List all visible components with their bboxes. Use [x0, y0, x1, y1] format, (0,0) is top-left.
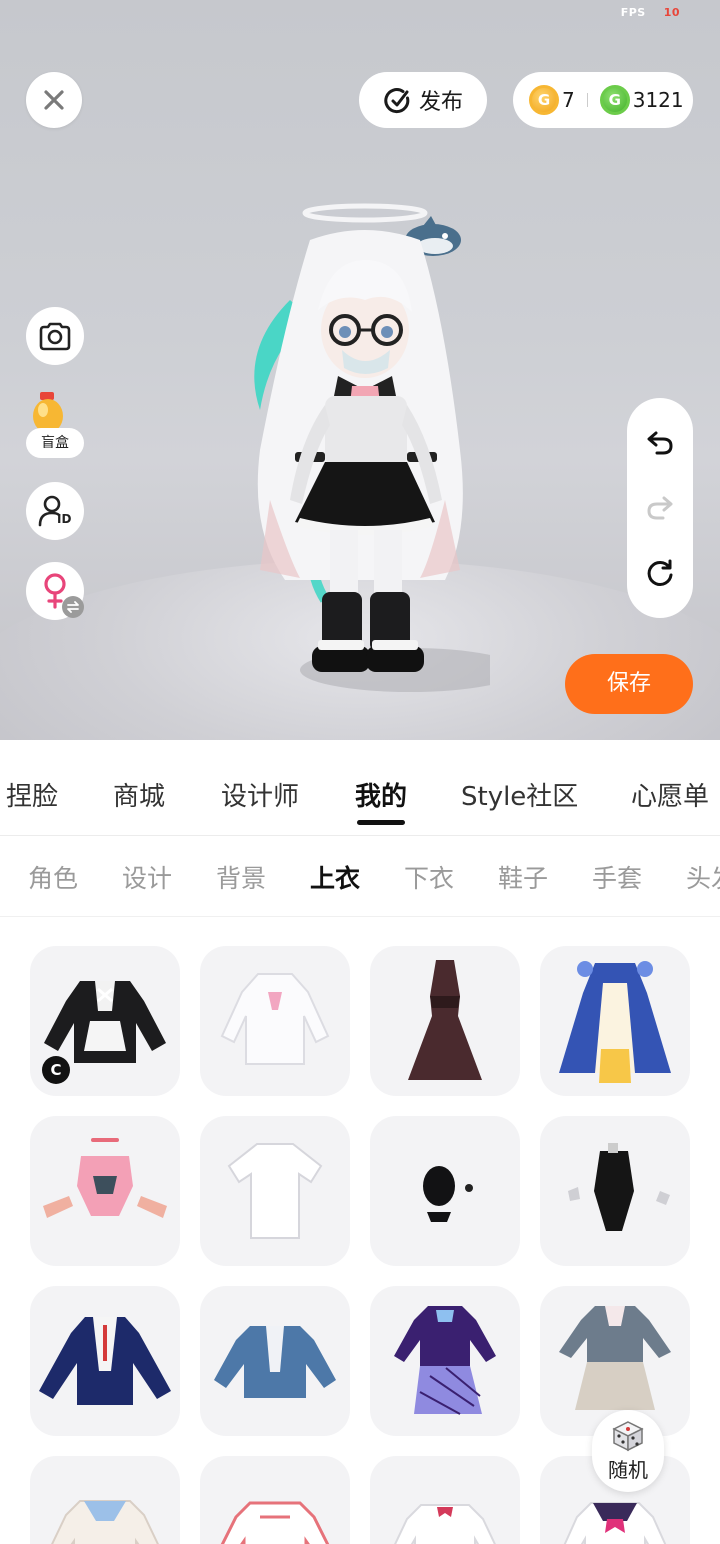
item-card[interactable]: C: [30, 946, 180, 1096]
item-card[interactable]: [30, 1456, 180, 1544]
grey-uniform-thumbnail: [559, 1306, 671, 1410]
item-card[interactable]: [370, 1116, 520, 1266]
brown-dress-thumbnail: [408, 960, 482, 1080]
fps-counter: FPS 10: [621, 6, 680, 19]
fps-value: 10: [663, 6, 680, 19]
active-tab-indicator: [357, 820, 405, 825]
reset-icon[interactable]: [645, 558, 675, 588]
pink-shirt-thumbnail: [220, 1501, 330, 1544]
close-icon: [44, 90, 64, 110]
item-card[interactable]: [540, 946, 690, 1096]
tab-face[interactable]: 捏脸: [6, 776, 58, 813]
category-hair[interactable]: 头发: [686, 859, 720, 895]
category-bottoms[interactable]: 下衣: [404, 859, 454, 895]
gold-coin-count: 7: [562, 88, 575, 112]
item-card[interactable]: [200, 1286, 350, 1436]
tab-shop[interactable]: 商城: [113, 776, 165, 813]
avatar-character[interactable]: [230, 200, 490, 710]
item-card[interactable]: [30, 1116, 180, 1266]
white-hoodie-thumbnail: [220, 973, 330, 1065]
history-toolbar: [627, 398, 693, 618]
purple-plaid-dress-thumbnail: [394, 1306, 496, 1415]
avatar-viewport[interactable]: FPS 10 发布 G 7 G 3121 盲盒 ID 保存: [0, 0, 720, 740]
tab-designer[interactable]: 设计师: [221, 776, 299, 813]
currency-divider: [586, 93, 588, 107]
creator-badge: C: [42, 1056, 70, 1084]
redo-icon[interactable]: [645, 493, 675, 521]
blue-gown-thumbnail: [559, 961, 671, 1083]
main-tab-bar: 捏脸 商城 设计师 我的 Style社区 心愿单: [0, 740, 720, 836]
gold-coin-symbol: G: [537, 91, 551, 109]
sailor-shirt-thumbnail: [51, 1500, 159, 1544]
gender-switch-button[interactable]: [26, 562, 84, 620]
category-background[interactable]: 背景: [216, 859, 266, 895]
item-card[interactable]: [370, 1456, 520, 1544]
random-button[interactable]: 随机: [592, 1410, 664, 1492]
publish-button[interactable]: 发布: [359, 72, 487, 128]
black-bodysuit-thumbnail: [568, 1143, 670, 1231]
item-card[interactable]: [30, 1286, 180, 1436]
publish-icon: [384, 88, 410, 114]
gold-coin-icon: G: [529, 85, 559, 115]
pink-crop-thumbnail: [43, 1138, 167, 1218]
item-card[interactable]: [540, 1116, 690, 1266]
fps-label: FPS: [620, 6, 646, 19]
navy-blazer-thumbnail: [39, 1317, 171, 1405]
item-card[interactable]: [200, 1456, 350, 1544]
category-tab-bar: 角色 设计 背景 上衣 下衣 鞋子 手套 头发: [0, 837, 720, 917]
tab-wishlist[interactable]: 心愿单: [631, 776, 709, 813]
green-coin-count: 3121: [632, 88, 684, 112]
dice-icon: [612, 1420, 644, 1451]
id-badge: ID: [57, 512, 72, 526]
denim-jacket-thumbnail: [214, 1326, 336, 1398]
category-tops[interactable]: 上衣: [310, 859, 360, 895]
category-shoes[interactable]: 鞋子: [498, 859, 548, 895]
blindbox-label[interactable]: 盲盒: [26, 428, 84, 458]
undo-icon[interactable]: [645, 428, 675, 456]
tab-style-community[interactable]: Style社区: [461, 776, 578, 813]
white-bow-shirt-thumbnail: [394, 1504, 496, 1544]
save-button[interactable]: 保存: [565, 654, 693, 714]
close-button[interactable]: [26, 72, 82, 128]
black-top-thumbnail: [423, 1166, 473, 1222]
publish-label: 发布: [418, 90, 463, 115]
item-card[interactable]: [200, 946, 350, 1096]
green-coin-icon: G: [599, 85, 630, 115]
swap-icon: [62, 596, 84, 618]
avatar-id-button[interactable]: ID: [26, 482, 84, 540]
random-label: 随机: [608, 1457, 648, 1482]
green-coin-symbol: G: [608, 91, 621, 109]
camera-icon: [39, 322, 71, 351]
category-gloves[interactable]: 手套: [592, 859, 642, 895]
camera-button[interactable]: [26, 307, 84, 365]
white-tshirt-thumbnail: [227, 1143, 323, 1239]
item-card[interactable]: [370, 1286, 520, 1436]
tab-mine[interactable]: 我的: [355, 776, 407, 813]
item-card[interactable]: [200, 1116, 350, 1266]
category-design[interactable]: 设计: [122, 859, 172, 895]
item-card[interactable]: [370, 946, 520, 1096]
category-role[interactable]: 角色: [28, 859, 78, 895]
sailor-uniform-thumbnail: [563, 1502, 667, 1544]
currency-pill[interactable]: G 7 G 3121: [513, 72, 693, 128]
